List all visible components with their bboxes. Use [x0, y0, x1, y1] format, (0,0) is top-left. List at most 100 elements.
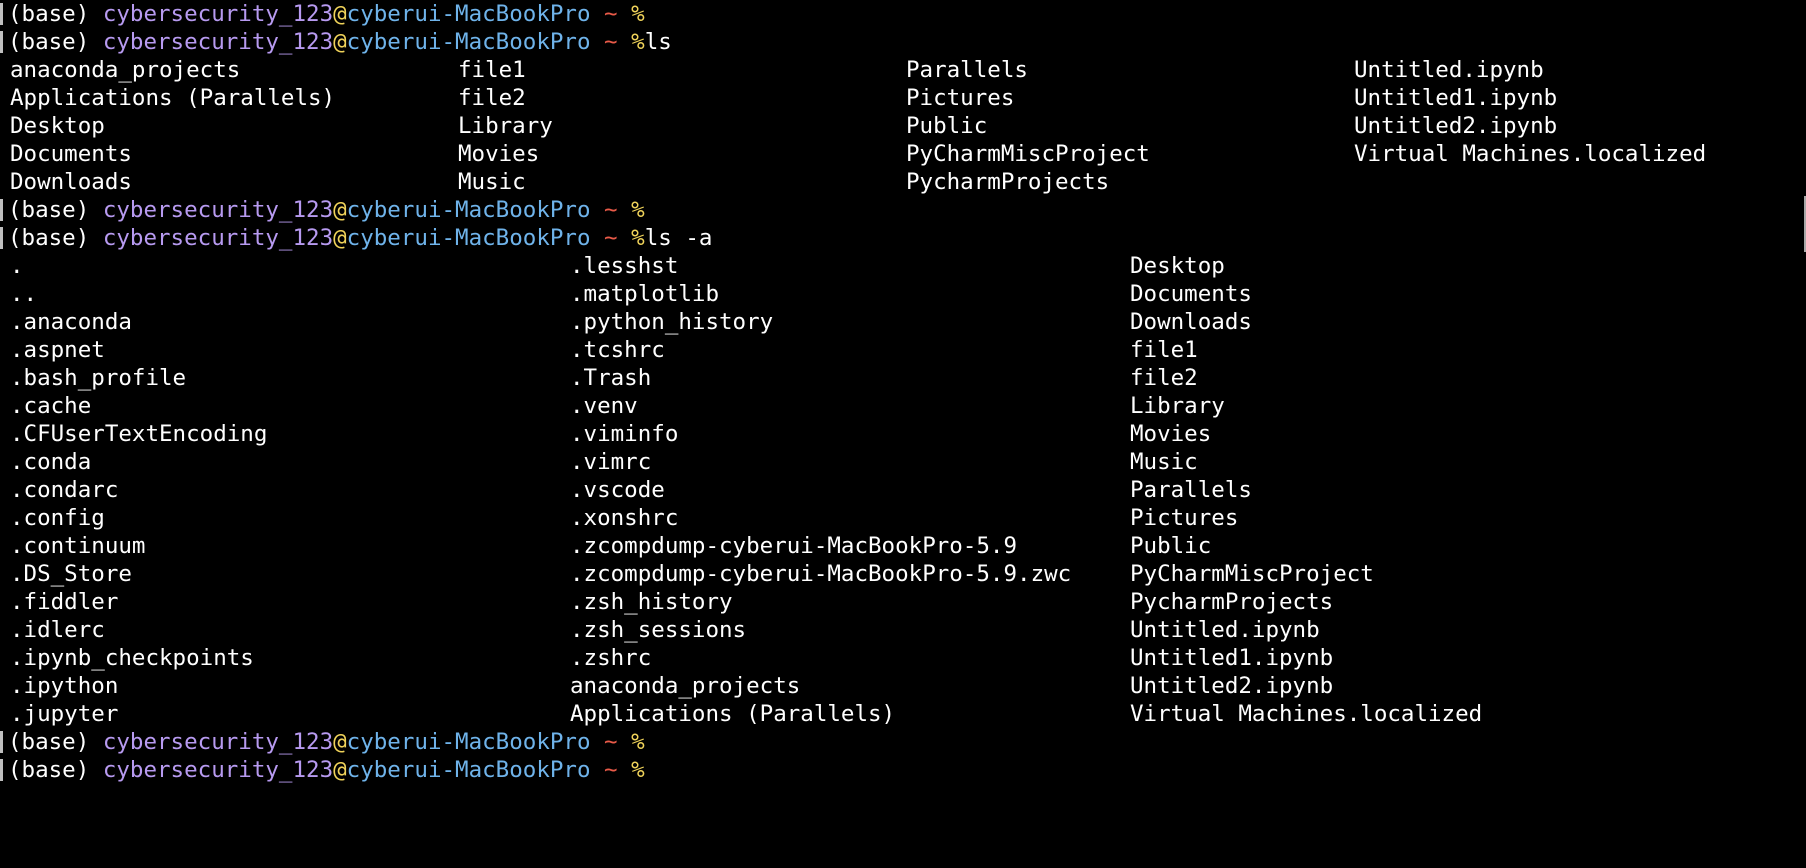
prompt-tilde: ~	[590, 757, 632, 783]
prompt-user: cybersecurity_123	[102, 197, 334, 223]
output-row: Desktop Library Public Untitled2.ipynb	[0, 112, 1806, 140]
file-entry: Movies	[1130, 421, 1212, 447]
prompt-host: cyberui-MacBookPro	[346, 29, 591, 55]
file-entry: Music	[458, 169, 526, 195]
prompt-host: cyberui-MacBookPro	[346, 197, 591, 223]
file-entry: .condarc	[10, 477, 119, 503]
command-text: ls -a	[644, 225, 713, 251]
line-marker	[0, 759, 3, 781]
prompt-at: @	[333, 1, 347, 27]
file-entry: .ipython	[10, 673, 119, 699]
file-entry: PycharmProjects	[1130, 589, 1334, 615]
file-entry: .continuum	[10, 533, 146, 559]
file-entry: Untitled1.ipynb	[1130, 645, 1334, 671]
output-row: .bash_profile .Trash file2	[0, 364, 1806, 392]
prompt-user: cybersecurity_123	[102, 225, 334, 251]
prompt-line: (base) cybersecurity_123@cyberui-MacBook…	[0, 196, 1806, 224]
file-entry: anaconda_projects	[570, 673, 801, 699]
file-entry: .idlerc	[10, 617, 105, 643]
file-entry: Desktop	[10, 113, 105, 139]
output-row: . .lesshst Desktop	[0, 252, 1806, 280]
output-row: .anaconda .python_history Downloads	[0, 308, 1806, 336]
output-row: Downloads Music PycharmProjects	[0, 168, 1806, 196]
file-entry: Movies	[458, 141, 540, 167]
prompt-at: @	[333, 29, 347, 55]
file-entry: .Trash	[570, 365, 652, 391]
prompt-at: @	[333, 197, 347, 223]
output-row: Documents Movies PyCharmMiscProject Virt…	[0, 140, 1806, 168]
prompt-user: cybersecurity_123	[102, 729, 334, 755]
file-entry: .config	[10, 505, 105, 531]
file-entry: Untitled.ipynb	[1130, 617, 1320, 643]
file-entry: file1	[458, 57, 526, 83]
output-row: .ipynb_checkpoints .zshrc Untitled1.ipynb	[0, 644, 1806, 672]
prompt-env: (base)	[8, 29, 103, 55]
file-entry: ..	[10, 281, 38, 307]
output-row: .jupyter Applications (Parallels) Virtual …	[0, 700, 1806, 728]
prompt-line: (base) cybersecurity_123@cyberui-MacBook…	[0, 28, 1806, 56]
output-row: .continuum .zcompdump-cyberui-MacBookPro-…	[0, 532, 1806, 560]
file-entry: .zsh_history	[570, 589, 733, 615]
prompt-tilde: ~	[590, 29, 632, 55]
file-entry: Pictures	[1130, 505, 1239, 531]
prompt: (base) cybersecurity_123@cyberui-MacBook…	[8, 728, 645, 756]
output-row: .fiddler .zsh_history PycharmProjects	[0, 588, 1806, 616]
output-row: anaconda_projects file1 Parallels Untitl…	[0, 56, 1806, 84]
prompt-user: cybersecurity_123	[102, 1, 334, 27]
prompt-at: @	[333, 757, 347, 783]
file-entry: Untitled2.ipynb	[1130, 673, 1334, 699]
line-marker	[0, 199, 3, 221]
file-entry: Untitled1.ipynb	[1354, 85, 1558, 111]
file-entry: PyCharmMiscProject	[1130, 561, 1374, 587]
prompt-line: (base) cybersecurity_123@cyberui-MacBook…	[0, 224, 1806, 252]
output-row: .cache .venv Library	[0, 392, 1806, 420]
ls-output: anaconda_projects file1 Parallels Untitl…	[0, 56, 1806, 196]
file-entry: Parallels	[1130, 477, 1252, 503]
terminal-window[interactable]: (base) cybersecurity_123@cyberui-MacBook…	[0, 0, 1806, 783]
output-row: .ipython anaconda_projects Untitled2.ipynb	[0, 672, 1806, 700]
file-entry: .bash_profile	[10, 365, 187, 391]
prompt-host: cyberui-MacBookPro	[346, 225, 591, 251]
prompt-tilde: ~	[590, 197, 632, 223]
file-entry: .tcshrc	[570, 337, 665, 363]
file-entry: Applications (Parallels)	[570, 701, 896, 727]
file-entry: .cache	[10, 393, 92, 419]
file-entry: Public	[906, 113, 988, 139]
prompt-env: (base)	[8, 197, 103, 223]
output-row: Applications (Parallels) file2 Pictures …	[0, 84, 1806, 112]
prompt-host: cyberui-MacBookPro	[346, 729, 591, 755]
file-entry: Public	[1130, 533, 1212, 559]
file-entry: anaconda_projects	[10, 57, 241, 83]
file-entry: .zshrc	[570, 645, 652, 671]
prompt: (base) cybersecurity_123@cyberui-MacBook…	[8, 0, 645, 28]
prompt-tilde: ~	[590, 729, 632, 755]
prompt-env: (base)	[8, 225, 103, 251]
ls-a-output: . .lesshst Desktop .. .matplotlib Documents …	[0, 252, 1806, 728]
file-entry: Library	[1130, 393, 1225, 419]
file-entry: Pictures	[906, 85, 1015, 111]
file-entry: .venv	[570, 393, 638, 419]
prompt-host: cyberui-MacBookPro	[346, 757, 591, 783]
prompt-symbol: %	[631, 729, 645, 755]
file-entry: Parallels	[906, 57, 1028, 83]
output-row: .DS_Store .zcompdump-cyberui-MacBookPro-5…	[0, 560, 1806, 588]
file-entry: .aspnet	[10, 337, 105, 363]
command-text: ls	[644, 29, 672, 55]
prompt-line: (base) cybersecurity_123@cyberui-MacBook…	[0, 728, 1806, 756]
file-entry: Downloads	[10, 169, 132, 195]
file-entry: Music	[1130, 449, 1198, 475]
file-entry: .lesshst	[570, 253, 679, 279]
prompt-env: (base)	[8, 757, 103, 783]
file-entry: .ipynb_checkpoints	[10, 645, 254, 671]
prompt-symbol: %	[631, 757, 645, 783]
file-entry: file2	[1130, 365, 1198, 391]
file-entry: Desktop	[1130, 253, 1225, 279]
prompt: (base) cybersecurity_123@cyberui-MacBook…	[8, 756, 645, 784]
prompt-user: cybersecurity_123	[102, 757, 334, 783]
file-entry: Applications (Parallels)	[10, 85, 336, 111]
file-entry: Documents	[10, 141, 132, 167]
file-entry: .conda	[10, 449, 92, 475]
prompt-tilde: ~	[590, 1, 632, 27]
prompt: (base) cybersecurity_123@cyberui-MacBook…	[8, 224, 712, 252]
output-row: .condarc .vscode Parallels	[0, 476, 1806, 504]
